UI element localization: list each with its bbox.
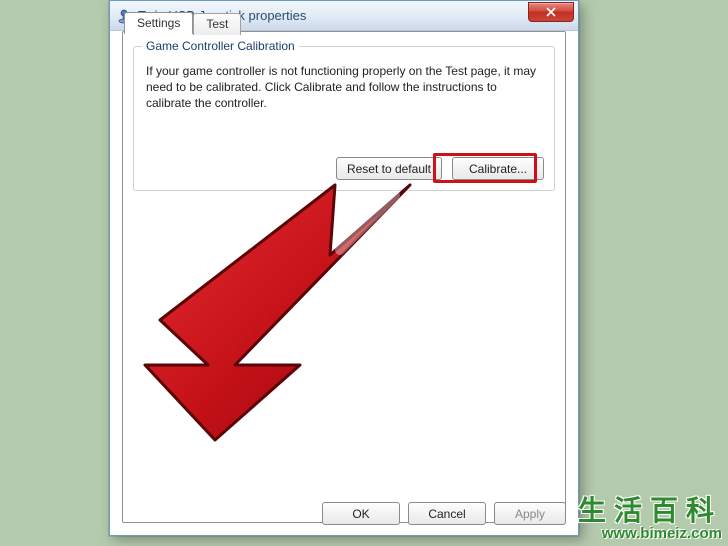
reset-to-default-button[interactable]: Reset to default (336, 157, 442, 180)
tab-strip: Settings Test (124, 11, 241, 33)
button-label: Reset to default (347, 162, 431, 176)
button-label: Calibrate... (469, 162, 527, 176)
tab-label: Settings (137, 16, 180, 30)
close-button[interactable] (528, 2, 574, 22)
properties-dialog: Twin USB Joystick properties Settings Te… (109, 0, 579, 536)
ok-button[interactable]: OK (322, 502, 400, 525)
button-label: OK (352, 507, 369, 521)
dialog-button-row: OK Cancel Apply (322, 502, 566, 525)
tab-label: Test (206, 17, 228, 31)
cancel-button[interactable]: Cancel (408, 502, 486, 525)
tab-panel-settings: Game Controller Calibration If your game… (122, 31, 566, 523)
calibration-groupbox: Game Controller Calibration If your game… (133, 46, 555, 191)
tab-test[interactable]: Test (193, 13, 241, 35)
button-label: Apply (515, 507, 545, 521)
watermark: 生活百科 www.bimeiz.com (578, 489, 722, 542)
groupbox-description: If your game controller is not functioni… (146, 63, 542, 112)
tab-settings[interactable]: Settings (124, 12, 193, 34)
close-icon (546, 7, 556, 17)
watermark-text: 生活百科 (578, 489, 722, 529)
calibration-button-row: Reset to default Calibrate... (336, 157, 544, 180)
button-label: Cancel (428, 507, 465, 521)
groupbox-title: Game Controller Calibration (142, 39, 299, 53)
apply-button[interactable]: Apply (494, 502, 566, 525)
calibrate-button[interactable]: Calibrate... (452, 157, 544, 180)
